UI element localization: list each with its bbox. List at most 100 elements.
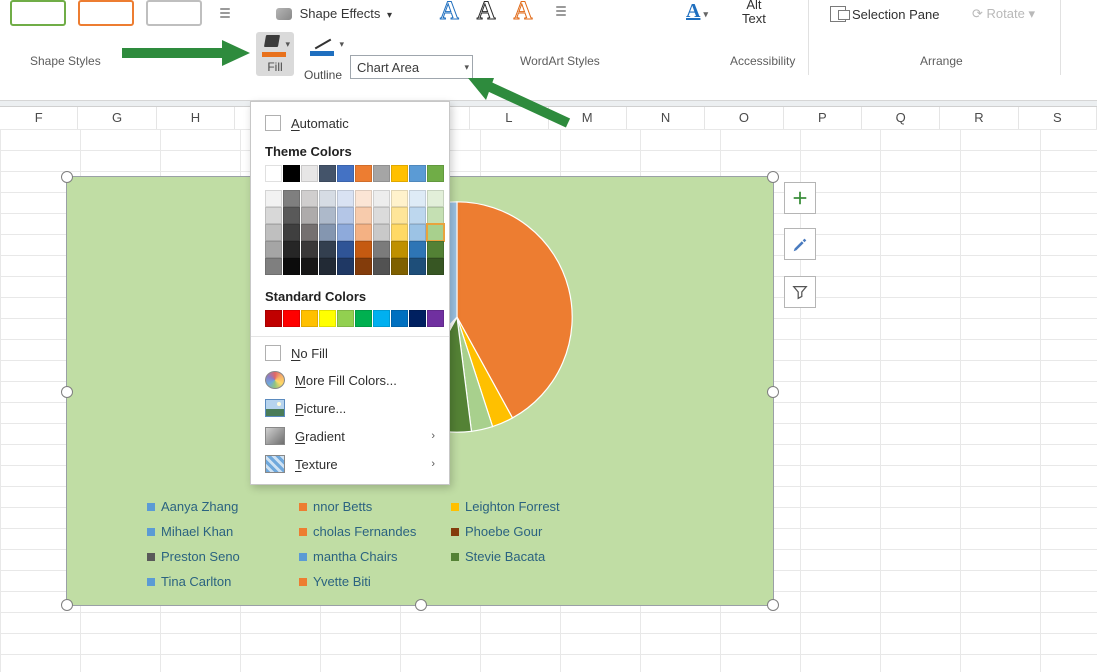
column-header[interactable]: F (0, 107, 78, 129)
color-swatch[interactable] (391, 165, 408, 182)
column-header[interactable]: H (157, 107, 235, 129)
color-swatch[interactable] (373, 241, 390, 258)
color-swatch[interactable] (337, 310, 354, 327)
color-swatch[interactable] (391, 241, 408, 258)
texture-fill-option[interactable]: Texture › (251, 450, 449, 478)
column-header[interactable]: M (549, 107, 627, 129)
wordart-style-a[interactable]: A (477, 0, 496, 26)
color-swatch[interactable] (301, 258, 318, 275)
color-swatch[interactable] (301, 190, 318, 207)
wordart-style-a[interactable]: A (440, 0, 459, 26)
alt-text-button[interactable]: Alt Text (742, 0, 766, 26)
color-swatch[interactable] (283, 207, 300, 224)
no-fill-option[interactable]: No Fill (251, 340, 449, 366)
gallery-more-icon[interactable] (220, 8, 230, 18)
shape-effects-button[interactable]: Shape Effects ▾ (276, 6, 392, 21)
gradient-fill-option[interactable]: Gradient › (251, 422, 449, 450)
color-swatch[interactable] (337, 258, 354, 275)
color-swatch[interactable] (409, 224, 426, 241)
color-swatch[interactable] (355, 310, 372, 327)
chart-filters-button[interactable] (784, 276, 816, 308)
column-header[interactable]: S (1019, 107, 1097, 129)
color-swatch[interactable] (301, 224, 318, 241)
color-swatch[interactable] (319, 207, 336, 224)
color-swatch[interactable] (427, 258, 444, 275)
wordart-gallery[interactable]: A A A (440, 0, 566, 26)
color-swatch[interactable] (319, 224, 336, 241)
column-header[interactable]: N (627, 107, 705, 129)
shape-style-swatch[interactable] (10, 0, 66, 26)
color-swatch[interactable] (391, 224, 408, 241)
color-swatch[interactable] (319, 241, 336, 258)
color-swatch[interactable] (409, 165, 426, 182)
outline-button[interactable]: ▾ Outline (304, 35, 342, 82)
standard-colors-row[interactable] (251, 308, 449, 333)
color-swatch[interactable] (427, 190, 444, 207)
column-header[interactable]: L (470, 107, 548, 129)
fill-color-dropdown[interactable]: Automatic Theme Colors Standard Colors N… (250, 101, 450, 485)
color-swatch[interactable] (337, 241, 354, 258)
chart-elements-button[interactable] (784, 182, 816, 214)
color-swatch[interactable] (265, 165, 282, 182)
color-swatch[interactable] (283, 190, 300, 207)
color-swatch[interactable] (355, 258, 372, 275)
color-swatch[interactable] (265, 310, 282, 327)
color-swatch[interactable] (373, 207, 390, 224)
color-swatch[interactable] (409, 207, 426, 224)
color-swatch[interactable] (301, 207, 318, 224)
color-swatch[interactable] (355, 165, 372, 182)
color-swatch[interactable] (337, 207, 354, 224)
resize-handle[interactable] (61, 599, 73, 611)
color-swatch[interactable] (319, 258, 336, 275)
color-swatch[interactable] (373, 190, 390, 207)
shape-style-swatch[interactable] (78, 0, 134, 26)
color-swatch[interactable] (337, 190, 354, 207)
color-swatch[interactable] (283, 165, 300, 182)
color-swatch[interactable] (355, 207, 372, 224)
resize-handle[interactable] (415, 599, 427, 611)
color-swatch[interactable] (283, 310, 300, 327)
resize-handle[interactable] (61, 386, 73, 398)
resize-handle[interactable] (767, 171, 779, 183)
resize-handle[interactable] (61, 171, 73, 183)
color-swatch[interactable] (373, 258, 390, 275)
color-swatch[interactable] (265, 258, 282, 275)
color-swatch[interactable] (337, 224, 354, 241)
color-swatch[interactable] (355, 190, 372, 207)
color-swatch[interactable] (265, 190, 282, 207)
wordart-style-a[interactable]: A (514, 0, 533, 26)
column-headers[interactable]: FGHIJKLMNOPQRS (0, 107, 1097, 130)
column-header[interactable]: P (784, 107, 862, 129)
color-swatch[interactable] (265, 224, 282, 241)
color-swatch[interactable] (427, 310, 444, 327)
color-swatch[interactable] (427, 207, 444, 224)
color-swatch[interactable] (409, 310, 426, 327)
color-swatch[interactable] (391, 190, 408, 207)
color-swatch[interactable] (265, 207, 282, 224)
more-fill-colors-option[interactable]: More Fill Colors... (251, 366, 449, 394)
color-swatch[interactable] (373, 165, 390, 182)
chart-styles-button[interactable] (784, 228, 816, 260)
shape-style-gallery[interactable] (10, 0, 230, 26)
color-swatch[interactable] (283, 258, 300, 275)
color-swatch[interactable] (319, 190, 336, 207)
color-swatch[interactable] (427, 241, 444, 258)
text-fill-button[interactable]: A▾ (686, 0, 708, 23)
theme-colors-row[interactable] (251, 163, 449, 188)
gallery-more-icon[interactable] (556, 6, 566, 16)
color-swatch[interactable] (283, 241, 300, 258)
color-swatch[interactable] (427, 224, 444, 241)
resize-handle[interactable] (767, 599, 779, 611)
color-swatch[interactable] (409, 241, 426, 258)
color-swatch[interactable] (355, 241, 372, 258)
color-swatch[interactable] (409, 190, 426, 207)
color-swatch[interactable] (373, 310, 390, 327)
automatic-option[interactable]: Automatic (251, 110, 449, 136)
column-header[interactable]: Q (862, 107, 940, 129)
theme-colors-shades[interactable] (251, 188, 449, 281)
picture-fill-option[interactable]: Picture... (251, 394, 449, 422)
color-swatch[interactable] (391, 310, 408, 327)
column-header[interactable]: G (78, 107, 156, 129)
color-swatch[interactable] (427, 165, 444, 182)
color-swatch[interactable] (355, 224, 372, 241)
